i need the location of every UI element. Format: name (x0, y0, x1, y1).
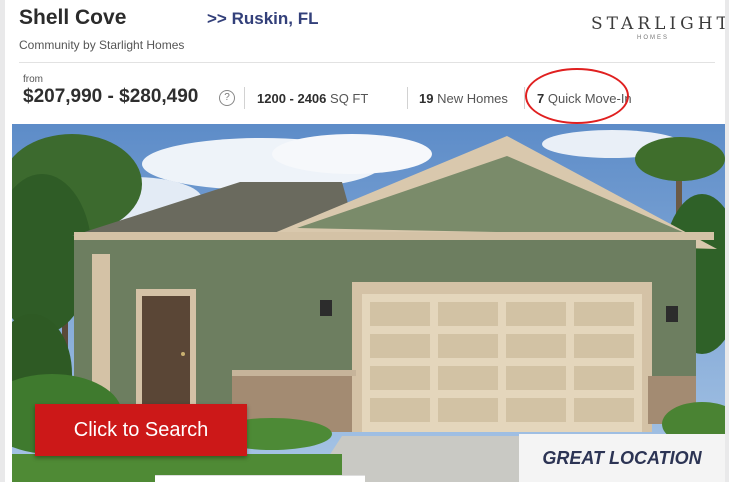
header-divider (19, 62, 715, 63)
logo-wordmark: STARLIGHT (591, 14, 725, 34)
annotation-circle (525, 68, 629, 124)
help-icon[interactable]: ? (219, 90, 235, 106)
community-subtitle: Community by Starlight Homes (19, 38, 185, 52)
stat-separator (407, 87, 408, 109)
location-link[interactable]: >> Ruskin, FL (207, 9, 318, 29)
new-homes-label: New Homes (437, 91, 508, 106)
sqft-unit: SQ FT (330, 91, 369, 106)
great-location-badge: GREAT LOCATION (519, 434, 725, 482)
price-range: $207,990 - $280,490 (23, 86, 199, 107)
community-title: Shell Cove (19, 6, 127, 29)
new-homes-count: 19 (419, 91, 434, 106)
price-from-label: from (23, 74, 43, 85)
starlight-logo: STARLIGHT HOMES (591, 14, 725, 41)
sqft-range: 1200 - 2406 (257, 91, 327, 106)
community-card: Shell Cove >> Ruskin, FL Community by St… (5, 0, 725, 482)
stat-new-homes[interactable]: 19 New Homes (419, 91, 508, 106)
stat-sqft: 1200 - 2406 SQ FT (257, 91, 368, 106)
bottom-strip (155, 475, 365, 482)
logo-subtext: HOMES (636, 35, 669, 41)
click-to-search-button[interactable]: Click to Search (35, 404, 247, 456)
stat-separator (244, 87, 245, 109)
